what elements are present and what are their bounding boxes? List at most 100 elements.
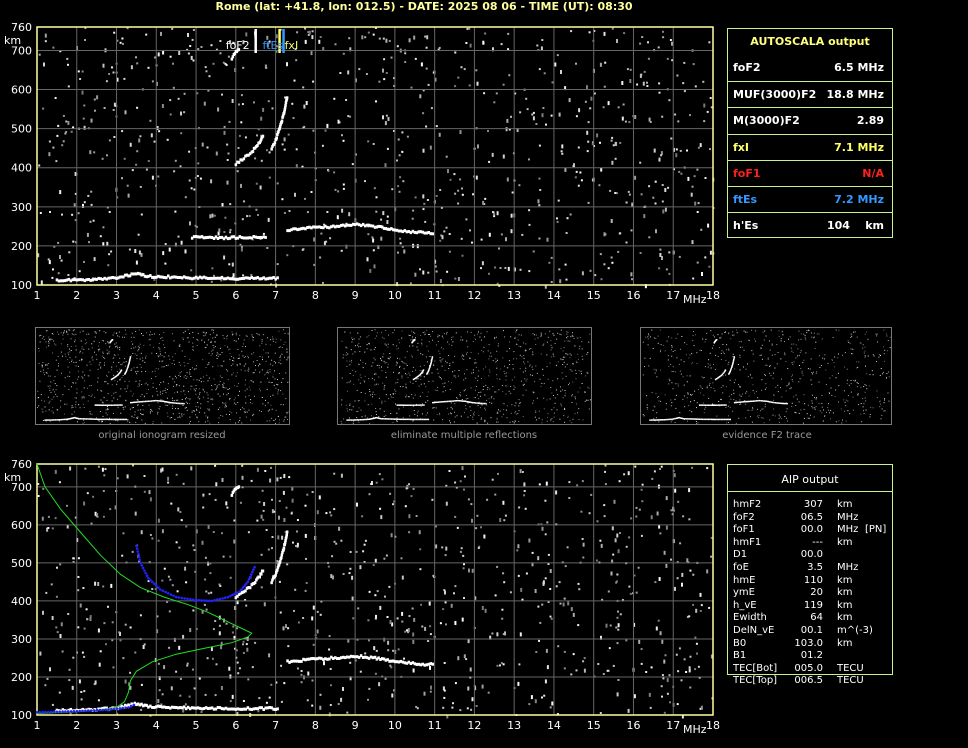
y-tick-label: 100: [11, 279, 32, 292]
y-tick-label: 600: [11, 84, 32, 97]
trace-point: [261, 134, 265, 138]
trace-point: [285, 533, 288, 537]
aip-row-hmf1: hmF1 --- km: [733, 537, 893, 550]
x-tick-label: 16: [626, 289, 640, 302]
trace-point: [278, 560, 282, 564]
x-tick-label: 9: [352, 719, 359, 732]
x-tick-label: 17: [666, 719, 680, 732]
ionogram-top: 1 2 3 4 5 6 7 8 9 10 11 12 13 14 15 16 17 181002003004005…: [4, 21, 720, 306]
trace-point: [242, 157, 246, 161]
page-title: Rome (lat: +41.8, lon: 012.5) - DATE: 20…: [215, 0, 633, 13]
aip-row-fof1: foF1 00.0 MHz [PN]: [733, 524, 893, 537]
x-tick-label: 15: [587, 289, 601, 302]
aip-cell: 01.2: [800, 650, 823, 662]
x-tick-label: 6: [232, 289, 239, 302]
aip-cell: hmF2: [733, 499, 762, 510]
trace-point: [274, 573, 277, 577]
x-axis-label: MHz: [683, 293, 707, 306]
y-tick-label: 200: [11, 671, 32, 684]
x-tick-label: 17: [666, 289, 680, 302]
aip-cell: B0: [733, 637, 747, 649]
y-tick-label: 600: [11, 519, 32, 532]
aip-cell: km: [837, 637, 853, 649]
thumbnail-caption-original: original ionogram resized: [98, 430, 226, 441]
trace-point: [261, 569, 265, 573]
aip-cell: km: [837, 612, 853, 624]
y-tick-label: 200: [11, 240, 32, 253]
aip-cell: km: [837, 499, 853, 510]
thumbnail-original: [35, 327, 290, 425]
grid: [36, 464, 714, 716]
aip-cell: 006.5: [794, 675, 823, 687]
autoscala-row-fof2: foF2 6.5 MHz: [728, 55, 892, 81]
y-axis-label: km: [4, 34, 21, 47]
trace-point: [270, 581, 273, 585]
grid: [36, 27, 714, 286]
aip-cell: 00.1: [800, 625, 823, 636]
y-axis-label: km: [4, 471, 21, 484]
x-tick-label: 5: [193, 289, 200, 302]
x-tick-label: 8: [312, 719, 319, 732]
autoscala-value: N/A: [862, 166, 884, 180]
marker-label-ftes: ftEs: [263, 39, 284, 52]
x-tick-label: 12: [467, 289, 481, 302]
aip-title: AIP output: [781, 473, 839, 486]
trace-point: [275, 136, 278, 140]
trace-point: [251, 150, 255, 153]
trace-point: [282, 546, 286, 550]
autoscala-value: 7.2 MHz: [834, 193, 884, 206]
aip-cell: foE: [733, 562, 749, 573]
autoscala-row-fof1: foF1 N/A: [728, 159, 892, 187]
trace-f2x: [270, 96, 289, 151]
x-tick-label: 15: [587, 719, 601, 732]
aip-cell: TECU: [837, 662, 864, 674]
thumbnail-caption-evidence: evidence F2 trace: [722, 430, 812, 441]
thumbnail-frame: [35, 327, 290, 425]
trace-point: [280, 556, 283, 560]
aip-cell: 103.0: [794, 637, 823, 649]
aip-cell: h_vE: [733, 599, 757, 611]
x-tick-label: 11: [428, 719, 442, 732]
y-tick-label: 100: [11, 709, 32, 722]
aip-cell: DelN_vE: [733, 625, 775, 636]
thumbnail-frame: [337, 327, 592, 425]
trace-es2: [190, 235, 267, 241]
aip-cell: TEC[Top]: [733, 675, 778, 687]
aip-cell: km: [837, 574, 853, 586]
x-tick-label: 3: [113, 719, 120, 732]
trace-point: [237, 485, 241, 489]
aip-cell: MHz: [837, 511, 859, 523]
trace-point: [285, 530, 289, 534]
aip-row-foe: foE 3.5 MHz: [733, 562, 893, 575]
aip-cell: 64: [810, 612, 823, 624]
aip-row-h-ve: h_vE 119 km: [733, 600, 893, 613]
x-tick-label: 14: [547, 719, 561, 732]
autoscala-row-ftes: ftEs 7.2 MHz: [728, 186, 892, 213]
x-tick-label: 8: [312, 289, 319, 302]
aip-cell: 110: [803, 574, 823, 586]
aip-cell: TEC[Bot]: [733, 662, 778, 674]
trace-point: [431, 662, 434, 666]
trace-point: [276, 568, 279, 572]
trace-f2o: [234, 569, 265, 600]
autoscala-key: M(3000)F2: [733, 114, 800, 128]
autoscala-table: AUTOSCALA output foF2 6.5 MHz MUF(3000)F2 1…: [727, 28, 893, 238]
x-tick-label: 6: [232, 719, 239, 732]
x-tick-label: 14: [547, 289, 561, 302]
aip-row-b1: B1 01.2: [733, 650, 893, 663]
aip-cell: MHz: [837, 562, 859, 573]
autoscala-key: MUF(3000)F2: [733, 88, 817, 102]
trace-point: [276, 276, 279, 280]
aip-cell: 3.5: [807, 562, 823, 573]
x-tick-label: 16: [626, 719, 640, 732]
autoscala-key: h'Es: [733, 219, 759, 233]
aip-cell: 00.0: [800, 549, 823, 561]
autoscala-value: 7.1 MHz: [834, 140, 884, 154]
x-tick-label: 13: [507, 289, 521, 302]
aip-cell: [PN]: [865, 524, 887, 536]
aip-cell: km: [837, 536, 853, 548]
x-tick-label: 4: [153, 719, 160, 732]
trace-f2o: [234, 134, 265, 167]
aip-cell: B1: [733, 650, 747, 662]
y-tick-label: 300: [11, 633, 32, 646]
